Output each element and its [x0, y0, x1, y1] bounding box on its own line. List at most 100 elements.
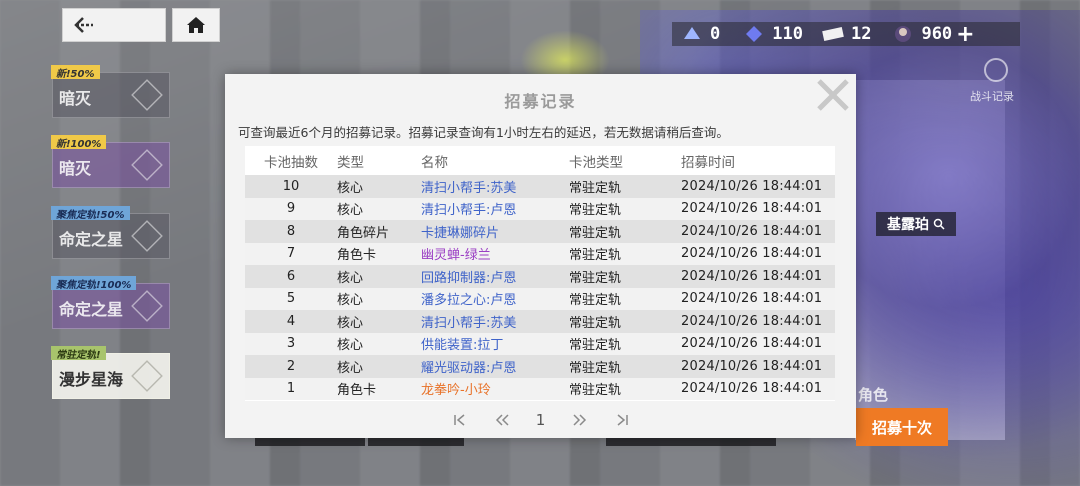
cell-time: 2024/10/26 18:44:01 — [681, 242, 835, 265]
recruit-record-dialog: 招募记录 可查询最近6个月的招募记录。招募记录查询有1小时左右的延迟，若无数据请… — [225, 74, 856, 438]
banner-tag: 新!100% — [51, 135, 107, 150]
cell-pool: 常驻定轨 — [569, 310, 681, 333]
gem-icon — [746, 26, 763, 42]
table-row: 10 核心 清扫小帮手:苏美 常驻定轨 2024/10/26 18:44:01 — [245, 175, 835, 198]
cell-num: 8 — [245, 220, 337, 243]
table-row: 1 角色卡 龙拳吟-小玲 常驻定轨 2024/10/26 18:44:01 — [245, 377, 835, 400]
credit-count: 960 — [921, 24, 953, 44]
banner-title: 漫步星海 — [59, 370, 124, 389]
shard-count: 0 — [710, 24, 721, 44]
cell-time: 2024/10/26 18:44:01 — [681, 332, 835, 355]
character-avatar-icon — [895, 26, 912, 42]
banner-emblem-icon — [131, 290, 163, 322]
banner-title: 命定之星 — [59, 230, 124, 249]
header-num: 卡池抽数 — [245, 146, 337, 175]
table-row: 8 角色碎片 卡捷琳娜碎片 常驻定轨 2024/10/26 18:44:01 — [245, 220, 835, 243]
back-arrow-icon — [74, 17, 93, 33]
header-time: 招募时间 — [681, 146, 835, 175]
cell-type: 核心 — [337, 332, 421, 355]
banner-emblem-icon — [131, 149, 163, 181]
banner-item-2[interactable]: 新!100% 暗灭 — [51, 135, 170, 188]
banner-tag: 聚焦定轨!50% — [51, 206, 130, 221]
cell-name: 卡捷琳娜碎片 — [421, 220, 569, 243]
cell-type: 核心 — [337, 197, 421, 220]
cell-name: 供能装置:拉丁 — [421, 332, 569, 355]
ticket-counter: 12 — [821, 24, 871, 44]
cell-name: 回路抑制器:卢恩 — [421, 265, 569, 288]
cell-num: 2 — [245, 355, 337, 378]
cell-time: 2024/10/26 18:44:01 — [681, 175, 835, 198]
cell-pool: 常驻定轨 — [569, 287, 681, 310]
banner-item-3[interactable]: 聚焦定轨!50% 命定之星 — [51, 206, 170, 259]
cell-name: 清扫小帮手:苏美 — [421, 310, 569, 333]
cell-pool: 常驻定轨 — [569, 377, 681, 400]
table-row: 6 核心 回路抑制器:卢恩 常驻定轨 2024/10/26 18:44:01 — [245, 265, 835, 288]
table-row: 5 核心 潘多拉之心:卢恩 常驻定轨 2024/10/26 18:44:01 — [245, 287, 835, 310]
credit-counter[interactable]: 960 + — [891, 22, 975, 47]
record-icon — [984, 58, 1008, 82]
cell-name: 幽灵蝉-绿兰 — [421, 242, 569, 265]
side-label: 战斗记录 — [970, 90, 1014, 103]
last-page-icon[interactable] — [612, 412, 632, 428]
cell-time: 2024/10/26 18:44:01 — [681, 197, 835, 220]
first-page-icon[interactable] — [450, 412, 470, 428]
header-type: 类型 — [337, 146, 421, 175]
cell-num: 3 — [245, 332, 337, 355]
cell-type: 核心 — [337, 287, 421, 310]
table-row: 3 核心 供能装置:拉丁 常驻定轨 2024/10/26 18:44:01 — [245, 332, 835, 355]
cell-pool: 常驻定轨 — [569, 197, 681, 220]
banner-item-4[interactable]: 聚焦定轨!100% 命定之星 — [51, 276, 170, 329]
next-page-icon[interactable] — [570, 412, 590, 428]
cell-name: 清扫小帮手:卢恩 — [421, 197, 569, 220]
cell-num: 4 — [245, 310, 337, 333]
banner-emblem-icon — [131, 79, 163, 111]
shard-counter: 0 — [680, 24, 720, 44]
ticket-icon — [822, 27, 844, 41]
search-icon — [933, 218, 945, 230]
close-icon[interactable] — [814, 76, 852, 114]
cell-num: 9 — [245, 197, 337, 220]
dialog-note: 可查询最近6个月的招募记录。招募记录查询有1小时左右的延迟，若无数据请稍后查询。 — [238, 125, 729, 140]
cell-type: 角色卡 — [337, 242, 421, 265]
header-name: 名称 — [421, 146, 569, 175]
cell-pool: 常驻定轨 — [569, 355, 681, 378]
cell-num: 6 — [245, 265, 337, 288]
banner-emblem-icon — [131, 360, 163, 392]
ticket-count: 12 — [850, 24, 872, 44]
table-row: 7 角色卡 幽灵蝉-绿兰 常驻定轨 2024/10/26 18:44:01 — [245, 242, 835, 265]
cell-name: 耀光驱动器:卢恩 — [421, 355, 569, 378]
dialog-title: 招募记录 — [504, 92, 577, 111]
gem-count: 110 — [772, 24, 803, 44]
banner-title: 暗灭 — [59, 159, 92, 178]
currency-bar: 0 110 12 960 + — [672, 22, 1020, 47]
cell-num: 1 — [245, 377, 337, 400]
cell-time: 2024/10/26 18:44:01 — [681, 287, 835, 310]
cell-time: 2024/10/26 18:44:01 — [681, 355, 835, 378]
current-page: 1 — [535, 411, 546, 429]
back-button[interactable] — [62, 8, 166, 42]
add-credits-icon[interactable]: + — [956, 22, 974, 47]
cell-time: 2024/10/26 18:44:01 — [681, 377, 835, 400]
cell-pool: 常驻定轨 — [569, 265, 681, 288]
prev-page-icon[interactable] — [492, 412, 512, 428]
cell-pool: 常驻定轨 — [569, 175, 681, 198]
table-header-row: 卡池抽数 类型 名称 卡池类型 招募时间 — [245, 146, 835, 175]
banner-tag: 聚焦定轨!100% — [51, 276, 137, 291]
cell-time: 2024/10/26 18:44:01 — [681, 310, 835, 333]
home-button[interactable] — [172, 8, 220, 42]
cell-type: 核心 — [337, 175, 421, 198]
cell-type: 核心 — [337, 355, 421, 378]
cell-type: 核心 — [337, 265, 421, 288]
cell-pool: 常驻定轨 — [569, 332, 681, 355]
cell-num: 10 — [245, 175, 337, 198]
pagination: 1 — [225, 410, 856, 430]
table-row: 9 核心 清扫小帮手:卢恩 常驻定轨 2024/10/26 18:44:01 — [245, 197, 835, 220]
cell-type: 角色碎片 — [337, 220, 421, 243]
shard-icon — [684, 27, 700, 39]
recruit-ten-button[interactable]: 招募十次 — [856, 408, 948, 446]
cell-name: 清扫小帮手:苏美 — [421, 175, 569, 198]
banner-item-5[interactable]: 常驻定轨! 漫步星海 — [51, 346, 170, 399]
cell-name: 龙拳吟-小玲 — [421, 377, 569, 400]
banner-emblem-icon — [131, 220, 163, 252]
banner-item-1[interactable]: 新!50% 暗灭 — [51, 65, 170, 118]
